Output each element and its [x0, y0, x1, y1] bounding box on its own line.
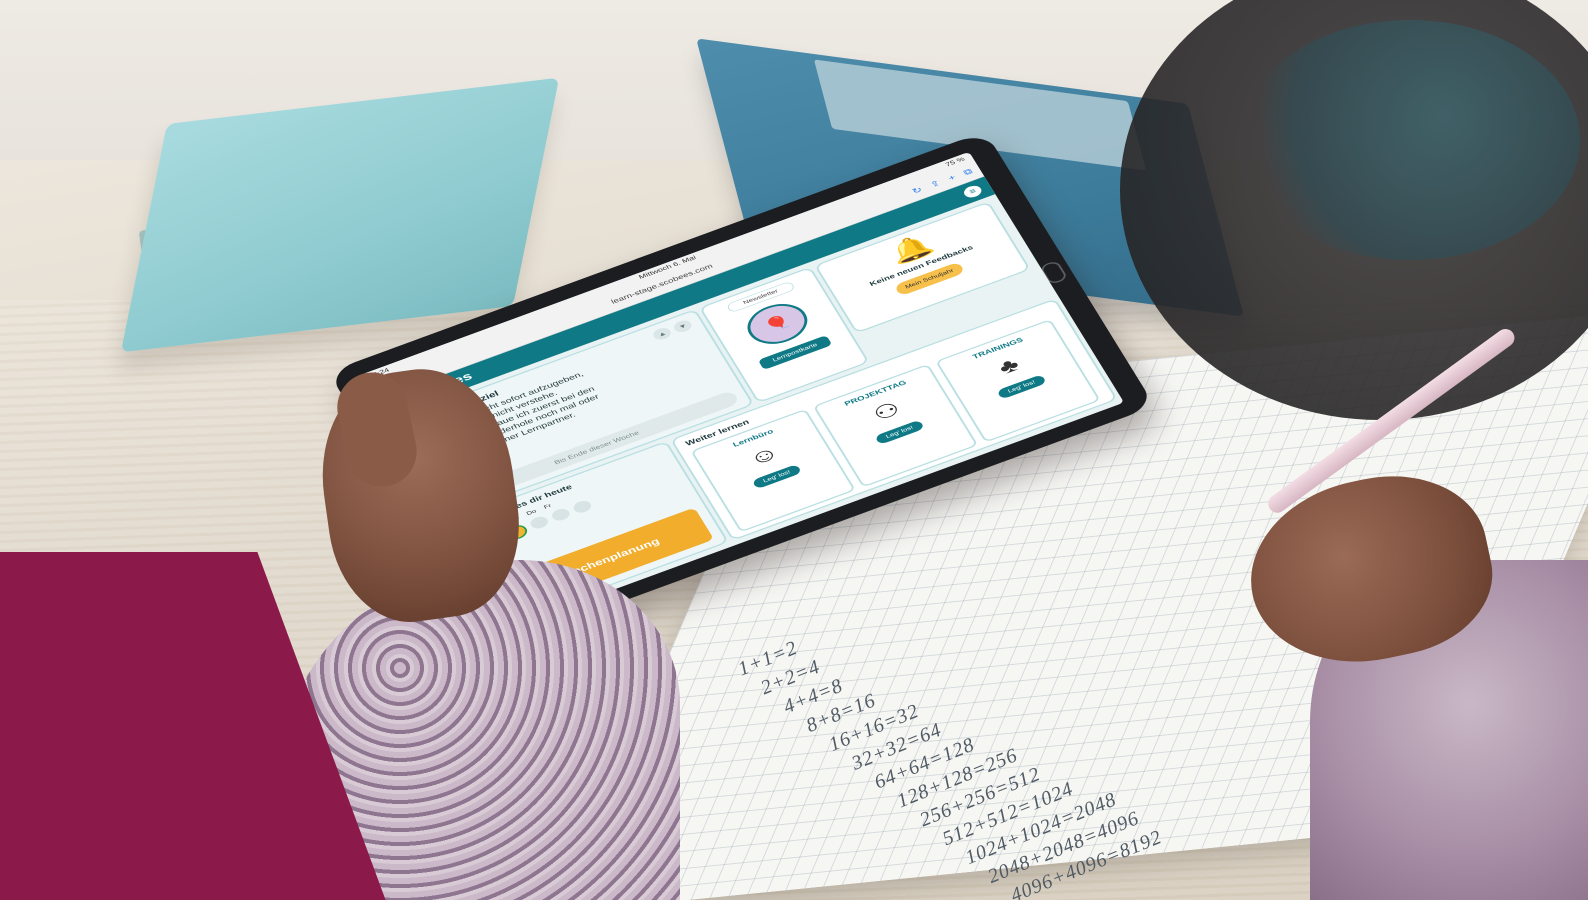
tabs-icon[interactable]: ⧉ — [961, 166, 974, 177]
mood-dot[interactable] — [528, 514, 551, 531]
share-icon[interactable]: ⇪ — [928, 178, 942, 189]
mood-dot[interactable] — [571, 498, 594, 515]
new-tab-icon[interactable]: + — [946, 173, 957, 183]
school-year-button[interactable]: Mein Schuljahr — [893, 261, 966, 297]
reload-icon[interactable]: ↻ — [910, 185, 924, 196]
menu-icon[interactable]: ≡ — [961, 183, 984, 200]
photo-scene: 1+1=2 2+2=4 4+4=8 8+8=16 16+16=32 32+32=… — [0, 0, 1588, 900]
child-hair — [1240, 20, 1580, 260]
mood-dot[interactable] — [549, 506, 572, 523]
